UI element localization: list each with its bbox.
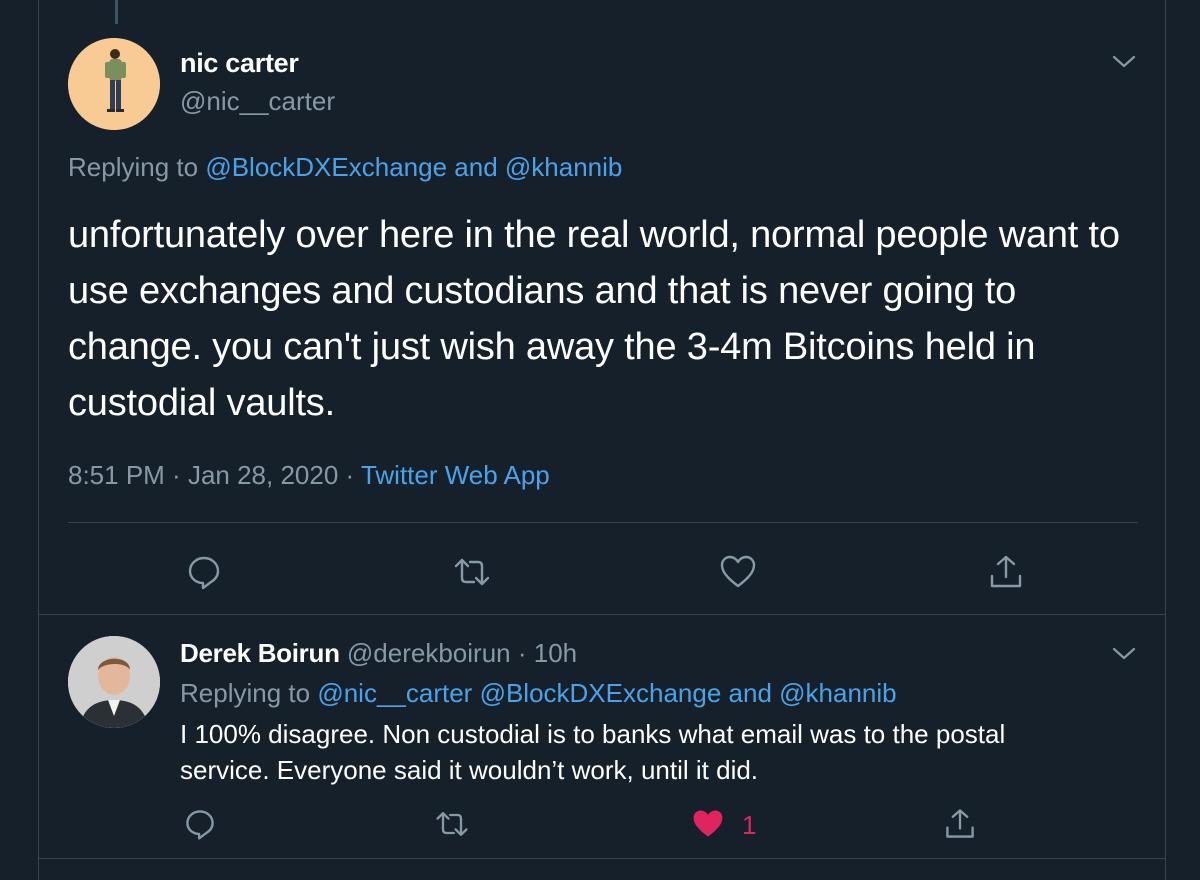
replying-to-label: Replying to: [68, 152, 206, 182]
tweet-date[interactable]: Jan 28, 2020: [188, 460, 338, 490]
tweet-text: unfortunately over here in the real worl…: [68, 214, 1120, 424]
tweet-meta: 8:51 PM · Jan 28, 2020 · Twitter Web App: [68, 460, 550, 491]
mention-link[interactable]: @khannib: [779, 678, 896, 708]
tweet-text-line: service. Everyone said it wouldn’t work,…: [180, 755, 759, 785]
thread-connector-line: [115, 0, 118, 24]
divider: [68, 522, 1138, 523]
mention-link[interactable]: @nic__carter: [317, 678, 472, 708]
reply-header: Derek Boirun @derekboirun · 10h: [180, 638, 577, 669]
share-icon[interactable]: [986, 552, 1026, 592]
author-name[interactable]: Derek Boirun: [180, 638, 340, 668]
retweet-icon[interactable]: [452, 552, 492, 592]
chevron-down-icon[interactable]: [1110, 642, 1138, 666]
tweet-text: I 100% disagree. Non custodial is to ban…: [180, 716, 1140, 788]
meta-separator: ·: [164, 460, 188, 490]
chevron-down-icon[interactable]: [1110, 50, 1138, 74]
mention-link[interactable]: @khannib: [505, 152, 622, 182]
tweet-source-link[interactable]: Twitter Web App: [361, 460, 550, 490]
tweet-time[interactable]: 10h: [534, 638, 577, 668]
author-handle[interactable]: @derekboirun: [347, 638, 511, 668]
replying-to-label: Replying to: [180, 678, 318, 708]
avatar[interactable]: [68, 636, 160, 728]
replying-to: Replying to @nic__carter @BlockDXExchang…: [180, 678, 897, 709]
avatar[interactable]: [68, 38, 160, 130]
avatar-person-illustration: [68, 38, 160, 130]
reply-icon[interactable]: [182, 806, 218, 842]
like-icon[interactable]: [718, 552, 758, 592]
replying-to: Replying to @BlockDXExchange and @khanni…: [68, 152, 622, 183]
mention-link[interactable]: @BlockDXExchange: [205, 152, 447, 182]
meta-separator: ·: [510, 638, 534, 668]
replying-and[interactable]: and: [447, 152, 505, 182]
tweet-text-line: I 100% disagree. Non custodial is to ban…: [180, 719, 1006, 749]
reply-icon[interactable]: [184, 552, 224, 592]
author-name[interactable]: nic carter: [180, 48, 299, 79]
author-handle[interactable]: @nic__carter: [180, 86, 335, 117]
divider: [38, 614, 1166, 615]
meta-separator: ·: [338, 460, 361, 490]
replying-and[interactable]: and: [721, 678, 779, 708]
mention-link[interactable]: @BlockDXExchange: [480, 678, 722, 708]
like-count: 1: [742, 810, 757, 840]
avatar-portrait-illustration: [68, 636, 160, 728]
tweet-time[interactable]: 8:51 PM: [68, 460, 165, 490]
retweet-icon[interactable]: [434, 806, 470, 842]
divider: [38, 858, 1166, 859]
like-icon-filled[interactable]: [690, 806, 726, 842]
share-icon[interactable]: [942, 806, 978, 842]
